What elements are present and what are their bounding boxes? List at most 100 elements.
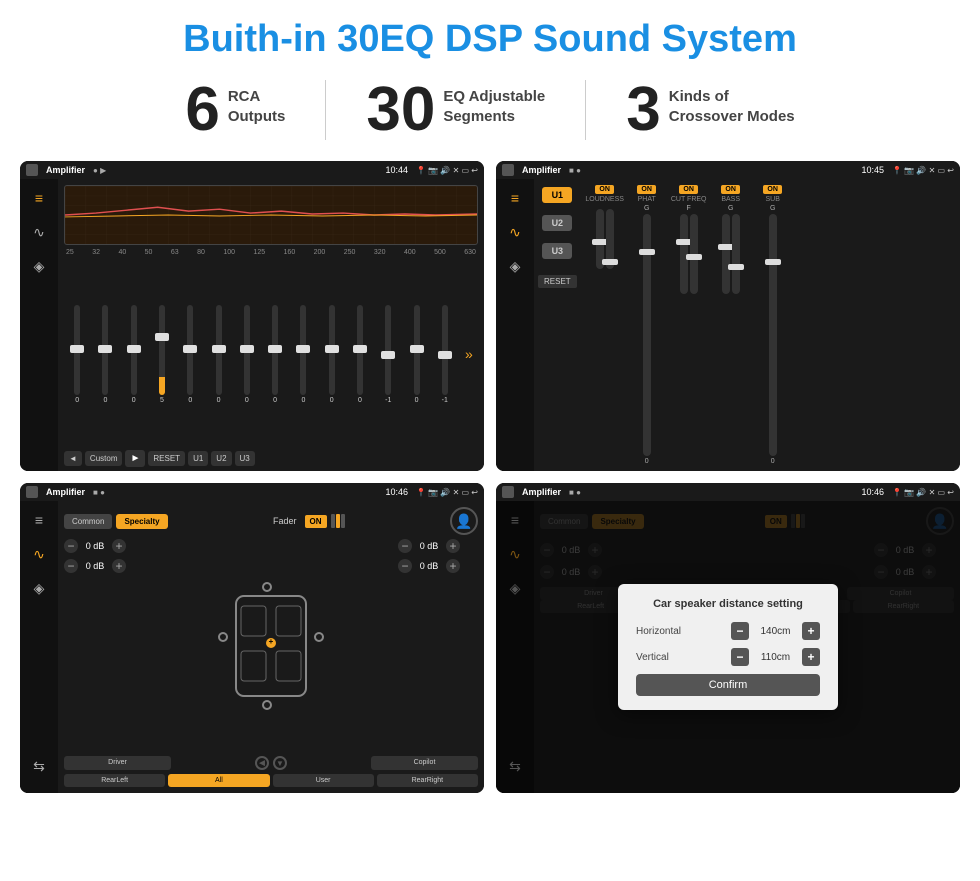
db-minus-2[interactable]: − [64,559,78,573]
db-minus-1[interactable]: − [64,539,78,553]
status-bar-2: Amplifier ■ ● 10:45 📍 📷 🔊 ✕ ▭ ↩ [496,161,960,179]
eq-u2-btn[interactable]: U2 [211,451,231,466]
sub-on-badge[interactable]: ON [763,185,782,194]
vertical-minus-btn[interactable]: − [731,648,749,666]
eq-slider-10[interactable]: 0 [347,305,373,404]
eq-reset-btn[interactable]: RESET [148,451,185,466]
distance-dialog: Car speaker distance setting Horizontal … [618,584,838,710]
ctrl-sub: ON SUB G 0 [753,185,793,465]
bass-slider-2[interactable] [732,214,740,294]
eq-freq-labels: 2532405063 80100125160200 25032040050063… [64,249,478,256]
common-tab[interactable]: Common [64,514,112,529]
status-bar-1: Amplifier ● ▶ 10:44 📍 📷 🔊 ✕ ▭ ↩ [20,161,484,179]
home-icon-1[interactable] [26,164,38,176]
app-name-1: Amplifier [46,165,85,175]
db-row-4: − 0 dB + [398,559,478,573]
eq-slider-5[interactable]: 0 [205,305,231,404]
eq-slider-9[interactable]: 0 [319,305,345,404]
user-btn[interactable]: User [273,774,374,787]
eq-main: 2532405063 80100125160200 25032040050063… [58,179,484,471]
sidebar-eq-icon-2[interactable]: ≡ [504,187,526,209]
stat-rca: 6 RCAOutputs [145,79,325,141]
sub-slider[interactable] [769,214,777,456]
eq-u1-btn[interactable]: U1 [188,451,208,466]
home-icon-2[interactable] [502,164,514,176]
eq-arrows[interactable]: » [460,346,478,362]
cutfreq-slider-f[interactable] [690,214,698,294]
db-plus-1[interactable]: + [112,539,126,553]
eq-slider-7[interactable]: 0 [262,305,288,404]
fader-on-toggle[interactable]: ON [305,515,327,528]
u3-button[interactable]: U3 [542,243,572,259]
eq-slider-8[interactable]: 0 [290,305,316,404]
eq-u3-btn[interactable]: U3 [235,451,255,466]
loudness-label: LOUDNESS [585,196,624,203]
phat-on-badge[interactable]: ON [637,185,656,194]
db-plus-4[interactable]: + [446,559,460,573]
eq-slider-6[interactable]: 0 [234,305,260,404]
confirm-button[interactable]: Confirm [636,674,820,696]
eq-slider-3[interactable]: 5 [149,305,175,404]
driver-btn[interactable]: Driver [64,756,171,770]
eq-slider-1[interactable]: 0 [92,305,118,404]
db-plus-3[interactable]: + [446,539,460,553]
eq-slider-12[interactable]: 0 [403,305,429,404]
stat-number-eq: 30 [366,79,435,141]
bass-slider-1[interactable] [722,214,730,294]
horizontal-minus-btn[interactable]: − [731,622,749,640]
status-icons-1: 📍 📷 🔊 ✕ ▭ ↩ [416,166,478,175]
stats-row: 6 RCAOutputs 30 EQ AdjustableSegments 3 … [0,71,980,153]
home-icon-3[interactable] [26,486,38,498]
eq-prev-btn[interactable]: ◄ [64,451,82,466]
rearleft-btn[interactable]: RearLeft [64,774,165,787]
screen3-body: ≡ ∿ ◈ ⇆ Common Specialty Fader ON [20,501,484,793]
ctrl-bass: ON BASS G [711,185,751,465]
sidebar-arrow-icon-3[interactable]: ⇆ [28,755,50,777]
eq-slider-11[interactable]: -1 [375,305,401,404]
sidebar-vol-icon-2[interactable]: ◈ [504,255,526,277]
screen-dialog: Amplifier ■ ● 10:46 📍 📷 🔊 ✕ ▭ ↩ ≡ ∿ ◈ ⇆ … [496,483,960,793]
bass-on-badge[interactable]: ON [721,185,740,194]
sidebar-eq-icon[interactable]: ≡ [28,187,50,209]
copilot-btn[interactable]: Copilot [371,756,478,770]
specialty-tab[interactable]: Specialty [116,514,167,529]
sidebar-wave-icon-3[interactable]: ∿ [28,543,50,565]
user-profile-icon[interactable]: 👤 [450,507,478,535]
eq-slider-2[interactable]: 0 [121,305,147,404]
loudness-on-badge[interactable]: ON [595,185,614,194]
rearright-btn[interactable]: RearRight [377,774,478,787]
loudness-slider-right[interactable] [606,209,614,269]
horizontal-plus-btn[interactable]: + [802,622,820,640]
db-minus-3[interactable]: − [398,539,412,553]
sidebar-eq-icon-3[interactable]: ≡ [28,509,50,531]
crossover-reset-btn[interactable]: RESET [538,275,577,288]
u1-button[interactable]: U1 [542,187,572,203]
arrow-down-icon[interactable]: ▼ [273,756,287,770]
u2-button[interactable]: U2 [542,215,572,231]
vertical-value: 110cm [753,652,798,663]
eq-slider-0[interactable]: 0 [64,305,90,404]
eq-slider-4[interactable]: 0 [177,305,203,404]
eq-play-btn[interactable]: ► [125,450,145,467]
db-minus-4[interactable]: − [398,559,412,573]
db-plus-2[interactable]: + [112,559,126,573]
phat-slider[interactable] [643,214,651,456]
ctrl-phat: ON PHAT G 0 [627,185,667,465]
vertical-plus-btn[interactable]: + [802,648,820,666]
cutfreq-on-badge[interactable]: ON [679,185,698,194]
left-sidebar-3: ≡ ∿ ◈ ⇆ [20,501,58,793]
eq-slider-13[interactable]: -1 [432,305,458,404]
sidebar-wave-icon-2[interactable]: ∿ [504,221,526,243]
app-name-3: Amplifier [46,487,85,497]
dialog-title: Car speaker distance setting [636,598,820,610]
arrow-left-icon[interactable]: ◄ [255,756,269,770]
all-btn[interactable]: All [168,774,269,787]
crossover-controls: ON LOUDNESS ON PHAT G [581,179,960,471]
stat-crossover: 3 Kinds ofCrossover Modes [586,79,834,141]
sidebar-wave-icon[interactable]: ∿ [28,221,50,243]
home-icon-4[interactable] [502,486,514,498]
left-sidebar-2: ≡ ∿ ◈ [496,179,534,471]
sidebar-vol-icon-3[interactable]: ◈ [28,577,50,599]
stat-eq: 30 EQ AdjustableSegments [326,79,585,141]
sidebar-speaker-icon[interactable]: ◈ [28,255,50,277]
